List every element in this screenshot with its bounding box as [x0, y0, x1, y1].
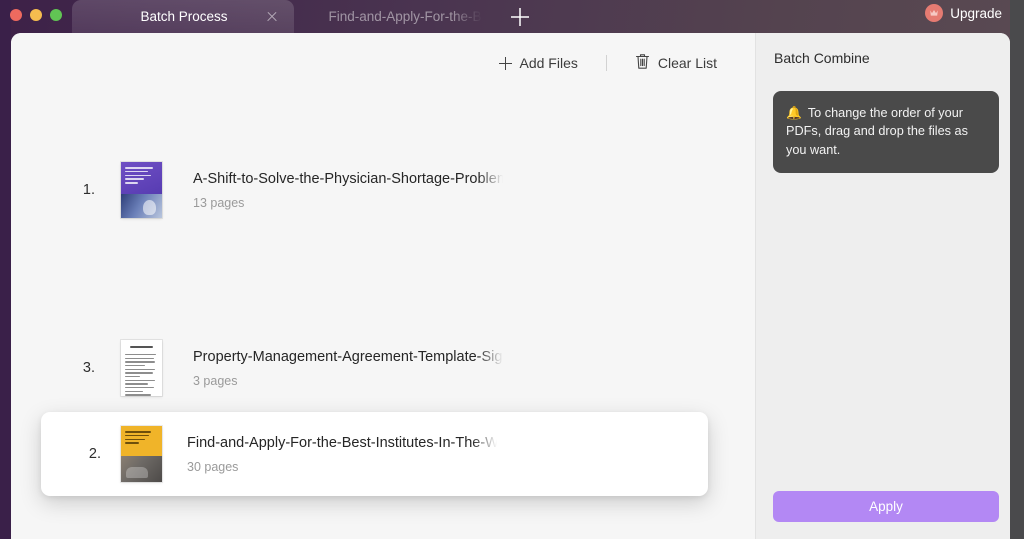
- file-meta: A-Shift-to-Solve-the-Physician-Shortage-…: [193, 171, 503, 210]
- window-right-rail: [1010, 0, 1024, 539]
- tab-batch-process[interactable]: Batch Process: [72, 0, 294, 33]
- row-index: 3.: [82, 360, 95, 376]
- trash-icon: [635, 53, 650, 73]
- file-page-count: 30 pages: [187, 459, 239, 474]
- file-name: Property-Management-Agreement-Template-S…: [193, 348, 503, 365]
- tab-label: Batch Process: [140, 9, 228, 24]
- file-thumbnail: [121, 162, 162, 218]
- toolbar-divider: [605, 55, 607, 71]
- tip-text: To change the order of your PDFs, drag a…: [786, 106, 968, 157]
- plus-icon[interactable]: [510, 7, 530, 27]
- tab-find-and-apply[interactable]: Find-and-Apply-For-the-B: [294, 0, 516, 33]
- file-list-toolbar: Add Files Clear List: [489, 47, 728, 79]
- bell-icon: 🔔: [786, 106, 802, 120]
- batch-file-list-panel: Add Files Clear List 1. A-Shift-to-Solve…: [11, 33, 755, 539]
- add-files-label: Add Files: [519, 55, 578, 71]
- clear-list-button[interactable]: Clear List: [625, 47, 727, 79]
- table-row[interactable]: 3. Property-Management-Agreement-Templat…: [11, 326, 755, 410]
- row-index: 1.: [82, 182, 95, 198]
- file-page-count: 13 pages: [193, 195, 245, 210]
- panel-title: Batch Combine: [774, 50, 870, 66]
- file-thumbnail: [121, 426, 162, 482]
- plus-icon: [498, 56, 512, 70]
- table-row-dragging[interactable]: 2. Find-and-Apply-For-the-Best-Institute…: [41, 412, 708, 496]
- upgrade-label: Upgrade: [950, 5, 1002, 21]
- add-files-button[interactable]: Add Files: [489, 49, 588, 77]
- clear-list-label: Clear List: [657, 55, 717, 71]
- close-icon[interactable]: [264, 9, 280, 25]
- app-window: Batch Process Find-and-Apply-For-the-B U…: [0, 0, 1024, 539]
- batch-combine-panel: Batch Combine 🔔 To change the order of yo…: [755, 33, 1010, 539]
- file-name: Find-and-Apply-For-the-Best-Institutes-I…: [187, 434, 497, 451]
- maximize-window-button[interactable]: [50, 9, 62, 21]
- traffic-light-group: [10, 9, 62, 21]
- title-bar: Batch Process Find-and-Apply-For-the-B U…: [0, 0, 1024, 33]
- window-left-rail: [0, 0, 11, 539]
- file-page-count: 3 pages: [193, 373, 238, 388]
- apply-label: Apply: [869, 499, 903, 514]
- tip-callout: 🔔 To change the order of your PDFs, drag …: [773, 91, 999, 174]
- tab-label: Find-and-Apply-For-the-B: [328, 9, 482, 24]
- row-index: 2.: [88, 446, 101, 462]
- tab-bar: Batch Process Find-and-Apply-For-the-B: [72, 0, 516, 33]
- crown-icon: [925, 4, 944, 22]
- table-row[interactable]: 1. A-Shift-to-Solve-the-Physician-Shorta…: [11, 148, 755, 232]
- file-name: A-Shift-to-Solve-the-Physician-Shortage-…: [193, 170, 503, 187]
- file-meta: Property-Management-Agreement-Template-S…: [193, 349, 503, 388]
- upgrade-button[interactable]: Upgrade: [925, 4, 1002, 22]
- window-body: Add Files Clear List 1. A-Shift-to-Solve…: [11, 33, 1010, 539]
- file-meta: Find-and-Apply-For-the-Best-Institutes-I…: [187, 435, 497, 474]
- apply-button[interactable]: Apply: [773, 491, 999, 522]
- file-thumbnail: [121, 340, 162, 396]
- minimize-window-button[interactable]: [30, 9, 42, 21]
- close-window-button[interactable]: [10, 9, 22, 21]
